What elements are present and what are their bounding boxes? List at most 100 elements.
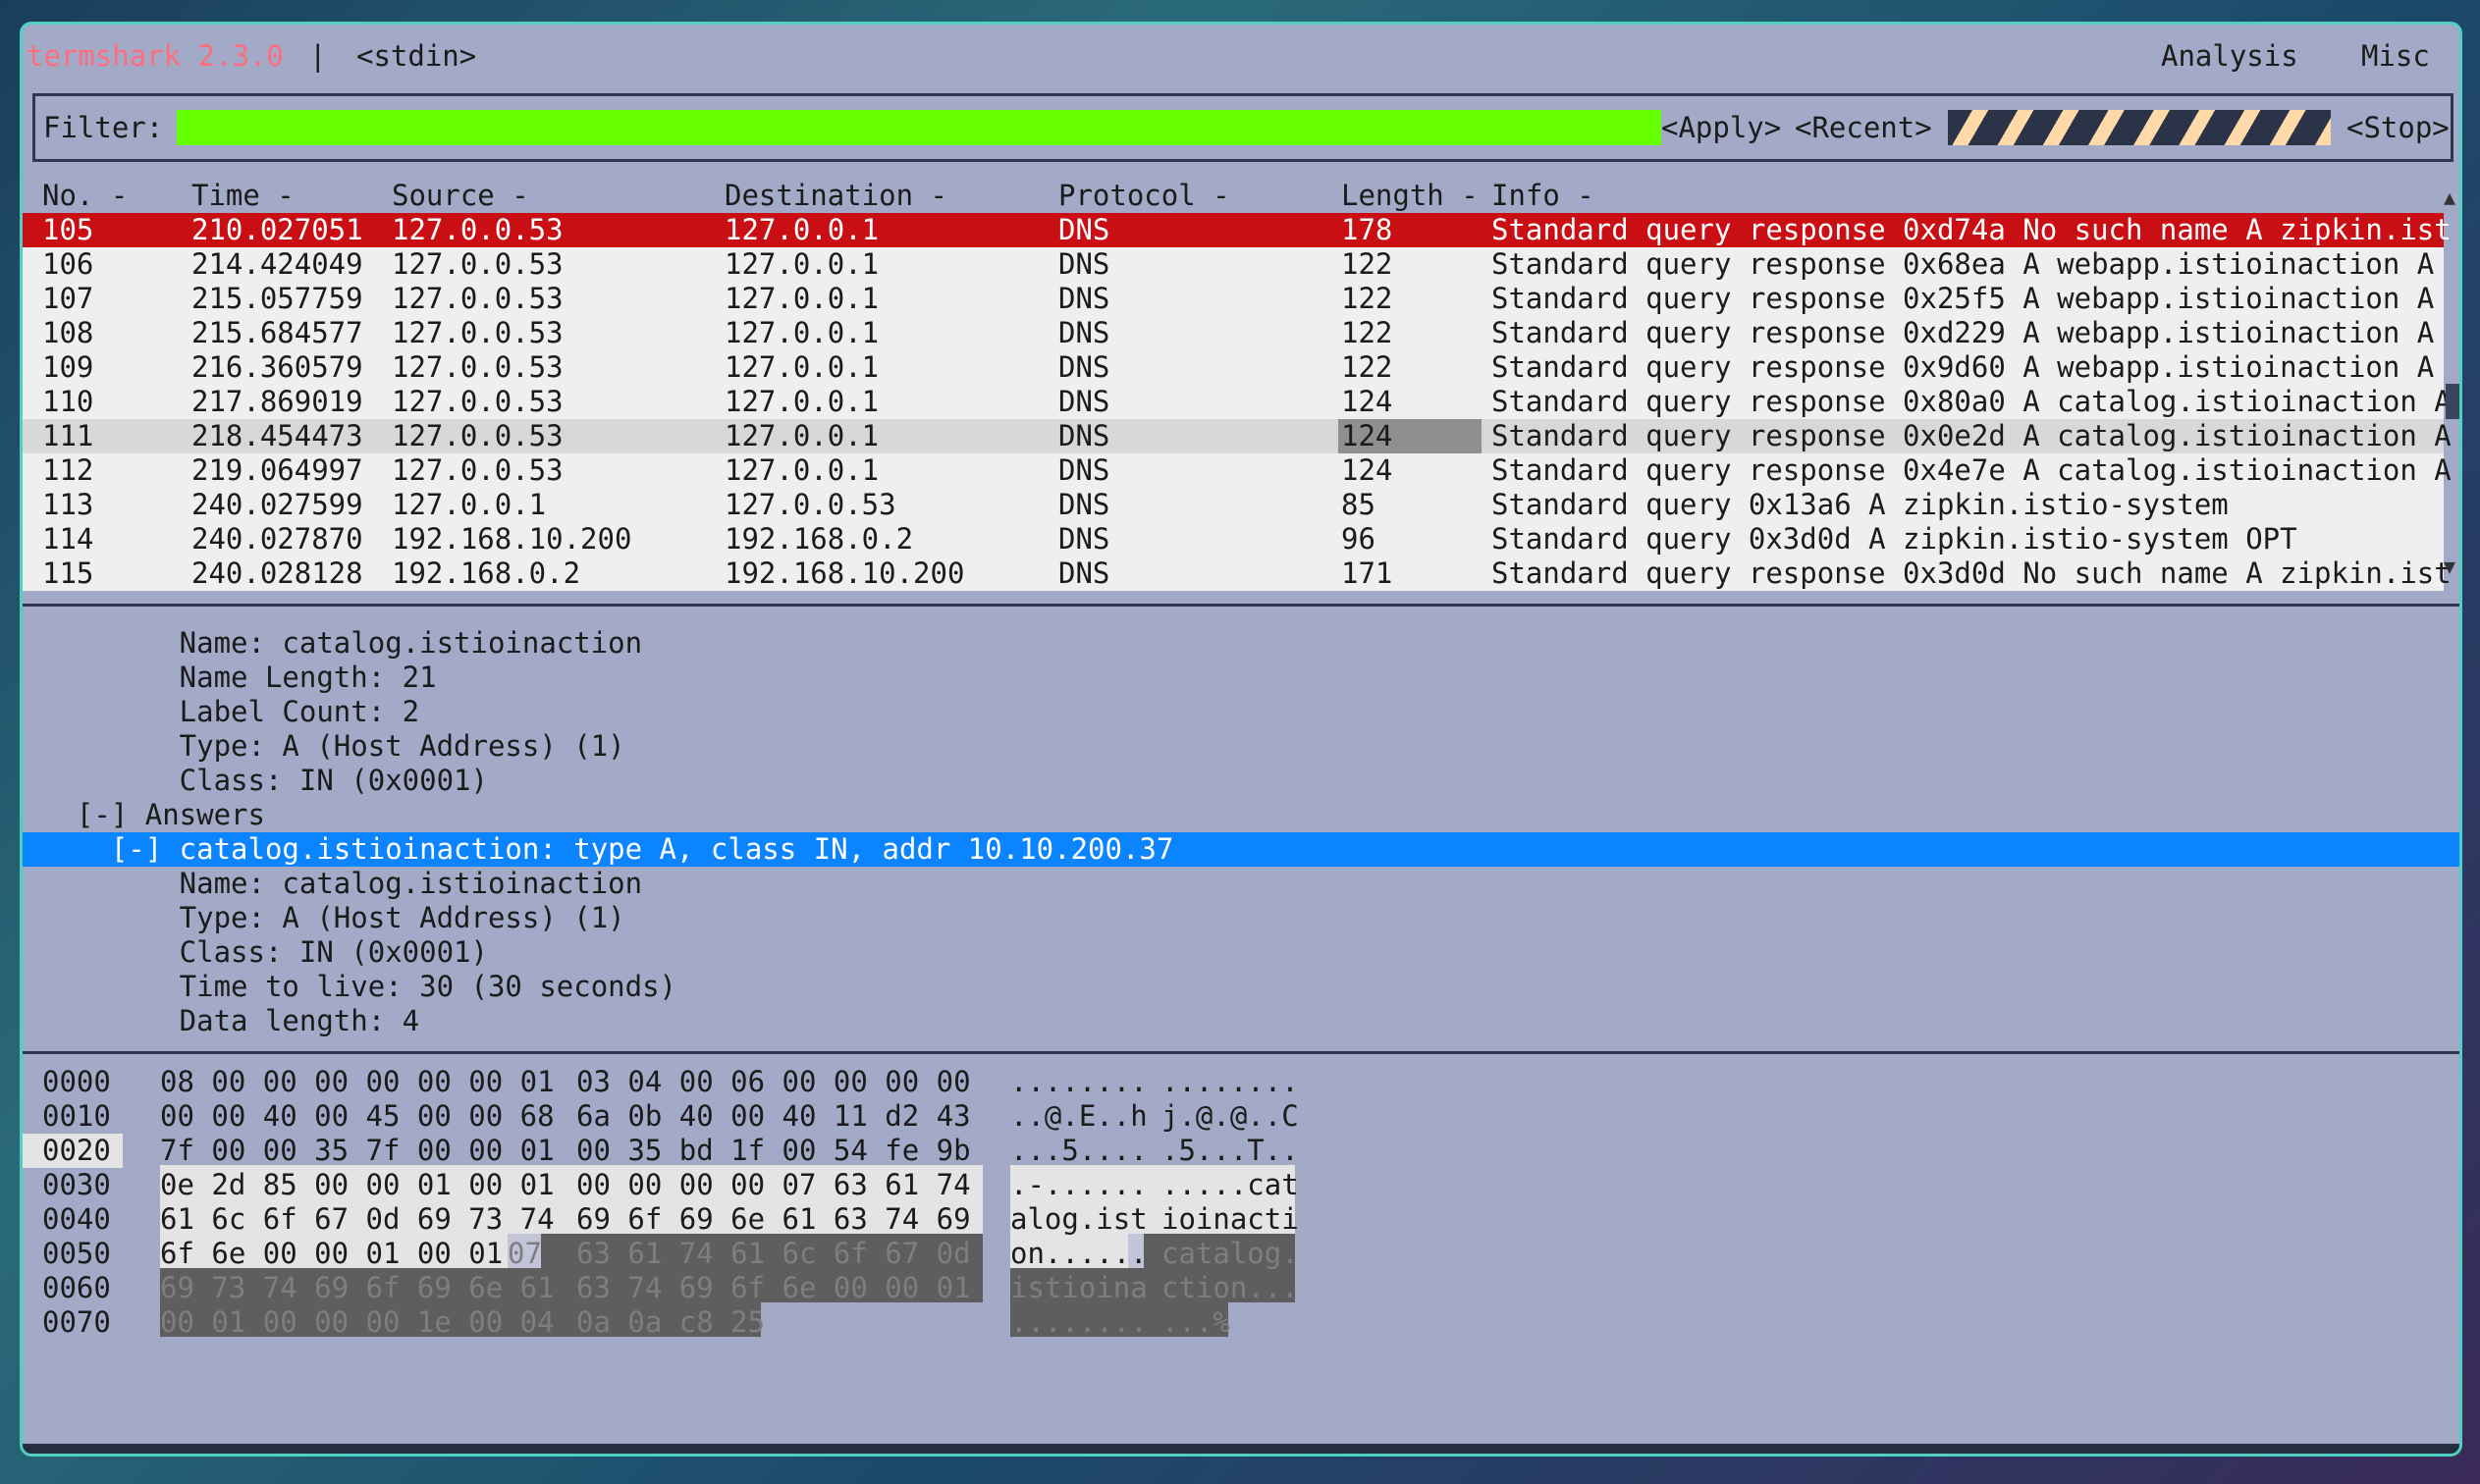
packet-row[interactable]: 107 215.057759 127.0.0.53 127.0.0.1 DNS 122 St…	[23, 282, 2444, 316]
hex-bytes: 63 74 69 6f 6e 00 00 01	[576, 1271, 971, 1304]
detail-field[interactable]: Time to live: 30 (30 seconds)	[42, 970, 676, 1004]
column-protocol[interactable]: Protocol -	[1058, 179, 1230, 213]
packet-destination: 127.0.0.1	[725, 419, 880, 452]
packet-destination: 127.0.0.1	[725, 282, 880, 315]
packet-length: 85	[1341, 488, 1375, 521]
packet-time: 219.064997	[191, 453, 363, 487]
hex-bytes: 7f 00 00 35 7f 00 00 01	[160, 1134, 555, 1167]
hex-ascii: ...5....	[1010, 1134, 1148, 1167]
packet-protocol: DNS	[1058, 350, 1110, 384]
packet-row[interactable]: 105 210.027051 127.0.0.53 127.0.0.1 DNS 178 St…	[23, 213, 2452, 247]
packet-row[interactable]: 112 219.064997 127.0.0.53 127.0.0.1 DNS 124 St…	[23, 453, 2452, 488]
recent-button[interactable]: <Recent>	[1795, 110, 1932, 145]
column-no[interactable]: No. -	[42, 179, 128, 213]
packet-info: Standard query response 0x80a0 A catalog…	[1491, 385, 2452, 418]
menu-misc[interactable]: Misc	[2361, 38, 2430, 74]
packet-no: 110	[42, 385, 94, 418]
packet-protocol: DNS	[1058, 247, 1110, 281]
hex-bytes: 69 6f 69 6e 61 63 74 69	[576, 1202, 971, 1236]
detail-tree-node[interactable]: [-] catalog.istioinaction: type A, class…	[42, 832, 1174, 867]
packet-time: 210.027051	[191, 213, 363, 246]
packet-destination: 127.0.0.1	[725, 316, 880, 349]
packet-row[interactable]: 106 214.424049 127.0.0.53 127.0.0.1 DNS 122 St…	[23, 247, 2444, 282]
packet-row[interactable]: 111 218.454473 127.0.0.53 127.0.0.1 DNS 124 St…	[23, 419, 2452, 453]
packet-no: 109	[42, 350, 94, 384]
loading-progress-bar	[1948, 110, 2331, 145]
packet-source: 127.0.0.53	[392, 350, 564, 384]
column-source[interactable]: Source -	[392, 179, 529, 213]
detail-field[interactable]: Data length: 4	[42, 1004, 419, 1038]
pane-divider[interactable]	[23, 604, 2459, 607]
packet-time: 215.684577	[191, 316, 363, 349]
packet-protocol: DNS	[1058, 522, 1110, 556]
packet-list-scrollbar-thumb[interactable]	[2446, 384, 2459, 419]
packet-row[interactable]: 109 216.360579 127.0.0.53 127.0.0.1 DNS 122 St…	[23, 350, 2444, 385]
hex-offset: 0000	[42, 1065, 111, 1098]
menu-analysis[interactable]: Analysis	[2161, 38, 2298, 74]
packet-protocol: DNS	[1058, 419, 1110, 452]
packet-row[interactable]: 108 215.684577 127.0.0.53 127.0.0.1 DNS 122 St…	[23, 316, 2444, 350]
termshark-window: termshark 2.3.0 | <stdin> Analysis Misc …	[20, 22, 2462, 1457]
column-destination[interactable]: Destination -	[725, 179, 947, 213]
packet-no: 115	[42, 556, 94, 590]
packet-source: 192.168.10.200	[392, 522, 632, 556]
packet-protocol: DNS	[1058, 316, 1110, 349]
packet-row[interactable]: 110 217.869019 127.0.0.53 127.0.0.1 DNS 124 St…	[23, 385, 2452, 419]
packet-row[interactable]: 115 240.028128 192.168.0.2 192.168.10.200 DN…	[23, 556, 2452, 591]
title-separator: |	[309, 39, 327, 73]
packet-length: 124	[1341, 419, 1393, 452]
detail-field[interactable]: Name: catalog.istioinaction	[42, 867, 642, 901]
filter-bar: Filter: <Apply> <Recent> <Stop>	[32, 93, 2453, 162]
apply-button[interactable]: <Apply>	[1661, 110, 1781, 145]
hex-ascii: alog.ist	[1010, 1202, 1148, 1236]
hex-bytes: 00 35 bd 1f 00 54 fe 9b	[576, 1134, 971, 1167]
hex-bytes: 00 00 40 00 45 00 00 68	[160, 1099, 555, 1133]
filter-label: Filter:	[43, 111, 164, 144]
filter-input[interactable]	[177, 110, 1661, 145]
detail-field[interactable]: Class: IN (0x0001)	[42, 764, 488, 798]
scroll-up-icon[interactable]: ▲	[2444, 186, 2455, 209]
packet-row[interactable]: 114 240.027870 192.168.10.200 192.168.0.2 DN…	[23, 522, 2444, 556]
packet-info: Standard query response 0xd229 A webapp.…	[1491, 316, 2435, 349]
hex-bytes: 6a 0b 40 00 40 11 d2 43	[576, 1099, 971, 1133]
detail-field[interactable]: Label Count: 2	[42, 695, 419, 729]
pane-divider[interactable]	[23, 1051, 2459, 1054]
detail-field[interactable]: Name: catalog.istioinaction	[42, 626, 642, 661]
packet-protocol: DNS	[1058, 488, 1110, 521]
column-length[interactable]: Length -	[1341, 179, 1479, 213]
detail-field[interactable]: Class: IN (0x0001)	[42, 935, 488, 970]
hex-ascii: on.....	[1010, 1237, 1131, 1270]
column-time[interactable]: Time -	[191, 179, 295, 213]
hex-ascii: ........	[1010, 1065, 1148, 1098]
detail-field[interactable]: Type: A (Host Address) (1)	[42, 901, 625, 935]
packet-source: 127.0.0.53	[392, 453, 564, 487]
packet-row[interactable]: 113 240.027599 127.0.0.1 127.0.0.53 DNS 85 Sta…	[23, 488, 2444, 522]
packet-info: Standard query response 0x9d60 A webapp.…	[1491, 350, 2435, 384]
detail-field[interactable]: Name Length: 21	[42, 661, 437, 695]
hex-bytes: 07	[508, 1237, 542, 1270]
column-info[interactable]: Info -	[1491, 179, 1594, 213]
packet-protocol: DNS	[1058, 282, 1110, 315]
packet-time: 240.028128	[191, 556, 363, 590]
capture-source: <stdin>	[356, 39, 477, 73]
scroll-down-icon[interactable]: ▼	[2444, 555, 2455, 578]
packet-source: 127.0.0.53	[392, 419, 564, 452]
packet-info: Standard query response 0x68ea A webapp.…	[1491, 247, 2435, 281]
packet-destination: 127.0.0.1	[725, 453, 880, 487]
packet-length: 122	[1341, 247, 1393, 281]
packet-length: 178	[1341, 213, 1393, 246]
hex-ascii: .....cat	[1161, 1168, 1299, 1201]
packet-source: 127.0.0.53	[392, 282, 564, 315]
detail-field[interactable]: Type: A (Host Address) (1)	[42, 729, 625, 764]
packet-time: 240.027599	[191, 488, 363, 521]
hex-ascii: istioina	[1010, 1271, 1148, 1304]
detail-tree-node[interactable]: [-] Answers	[42, 798, 265, 832]
packet-info: Standard query response 0x25f5 A webapp.…	[1491, 282, 2435, 315]
packet-destination: 127.0.0.1	[725, 247, 880, 281]
packet-no: 107	[42, 282, 94, 315]
app-title: termshark 2.3.0	[27, 39, 284, 73]
hex-ascii: ........	[1161, 1065, 1299, 1098]
stop-button[interactable]: <Stop>	[2346, 110, 2450, 145]
packet-protocol: DNS	[1058, 385, 1110, 418]
packet-no: 112	[42, 453, 94, 487]
